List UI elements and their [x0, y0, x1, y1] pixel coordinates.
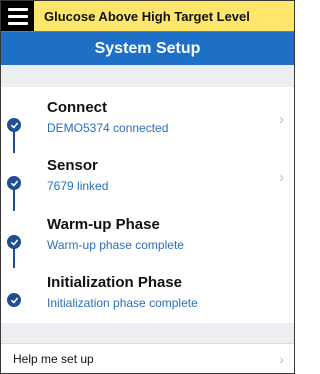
setup-steps-list: Connect DEMO5374 connected › Sensor 7679…: [1, 87, 294, 323]
check-circle-icon: [7, 176, 21, 190]
glucose-alert-banner[interactable]: Glucose Above High Target Level: [1, 1, 294, 31]
step-title: Initialization Phase: [47, 274, 183, 291]
step-status: 7679 linked: [47, 179, 109, 193]
section-spacer-top: [1, 65, 294, 87]
section-spacer-bottom: [1, 323, 294, 343]
chevron-right-icon: ›: [279, 350, 284, 367]
header-bar: System Setup: [1, 31, 294, 65]
alert-text: Glucose Above High Target Level: [44, 8, 250, 24]
help-label: Help me set up: [13, 351, 94, 366]
step-connect[interactable]: Connect DEMO5374 connected ›: [1, 97, 294, 149]
step-warm-up-phase: Warm-up Phase Warm-up phase complete: [1, 214, 294, 266]
step-title: Connect: [47, 99, 107, 116]
step-title: Warm-up Phase: [47, 216, 160, 233]
step-status: Warm-up phase complete: [47, 238, 184, 252]
help-me-set-up-row[interactable]: Help me set up ›: [1, 343, 294, 373]
app-screen: Glucose Above High Target Level System S…: [0, 0, 295, 374]
hamburger-menu-icon[interactable]: [1, 1, 34, 31]
step-status: DEMO5374 connected: [47, 121, 169, 135]
chevron-right-icon: ›: [279, 111, 284, 128]
step-initialization-phase: Initialization Phase Initialization phas…: [1, 272, 294, 324]
page-title: System Setup: [94, 39, 201, 57]
step-sensor[interactable]: Sensor 7679 linked ›: [1, 155, 294, 207]
check-circle-icon: [7, 293, 21, 307]
step-status: Initialization phase complete: [47, 296, 198, 310]
check-circle-icon: [7, 235, 21, 249]
step-title: Sensor: [47, 157, 98, 174]
check-circle-icon: [7, 118, 21, 132]
chevron-right-icon: ›: [279, 169, 284, 186]
